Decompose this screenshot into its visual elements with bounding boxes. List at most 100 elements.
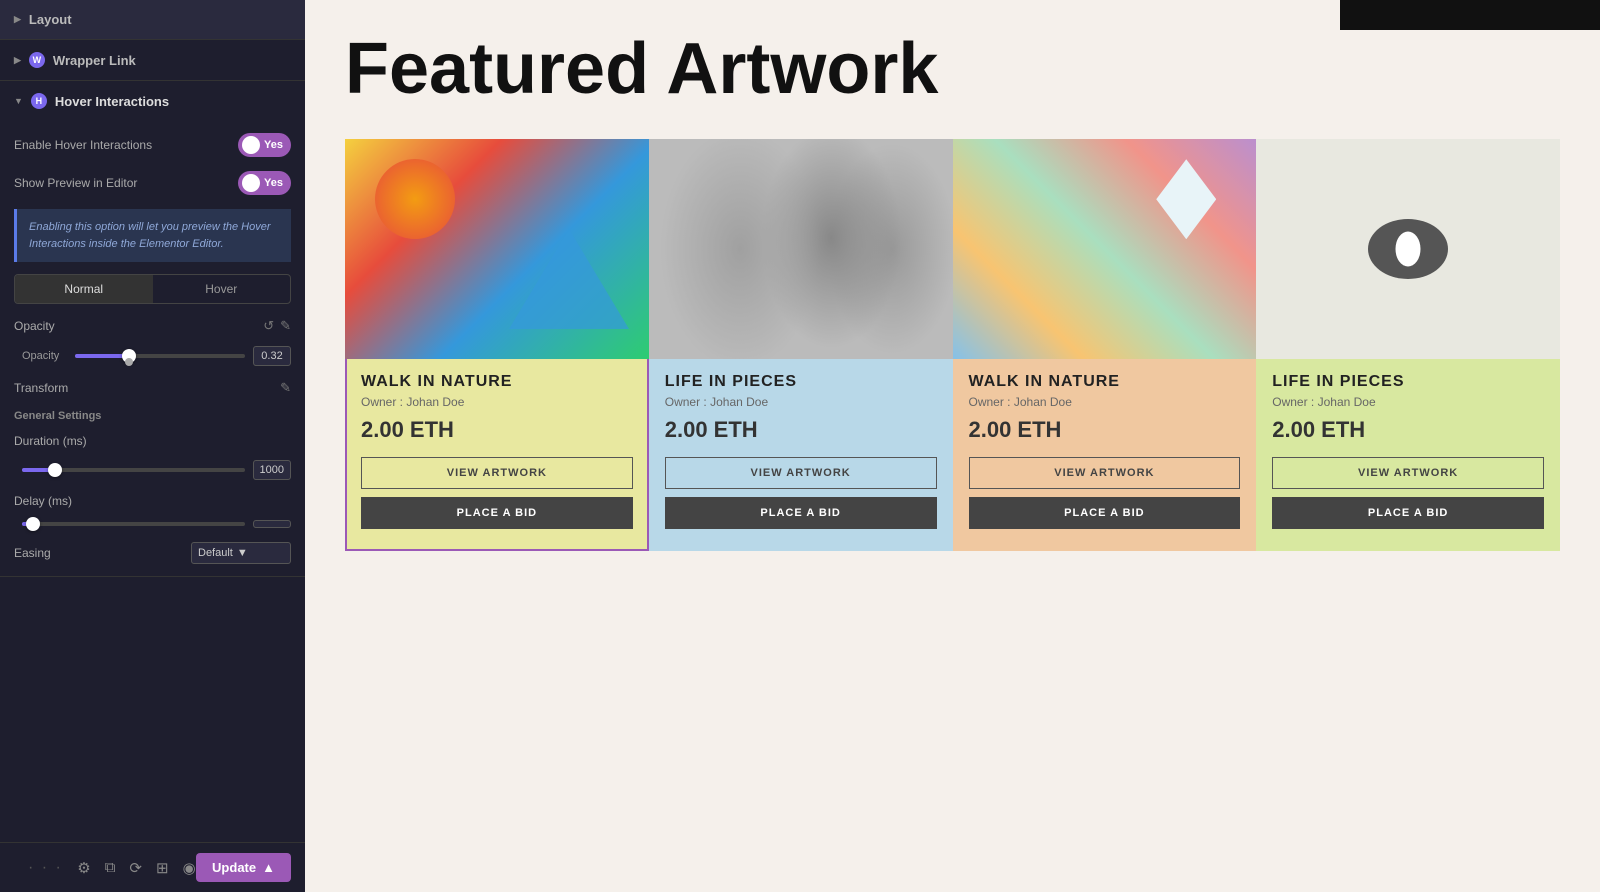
card-view-btn-3[interactable]: VIEW ARTWORK	[969, 457, 1241, 489]
info-text: Enabling this option will let you previe…	[29, 221, 271, 250]
hover-interactions-chevron-icon: ▼	[14, 96, 23, 106]
history-icon[interactable]: ⟳	[129, 859, 142, 877]
opacity-slider-track[interactable]	[75, 354, 245, 358]
general-settings-section: General Settings Duration (ms) 1000	[14, 410, 291, 564]
transform-label: Transform	[14, 381, 68, 395]
card-bid-btn-4[interactable]: PLACE A BID	[1272, 497, 1544, 529]
easing-label: Easing	[14, 546, 51, 560]
card-price-3: 2.00 ETH	[969, 417, 1241, 443]
wrapper-link-icon: W	[29, 52, 45, 68]
delay-slider-thumb[interactable]	[26, 517, 40, 531]
top-right-bar	[1340, 0, 1600, 30]
duration-slider-thumb[interactable]	[48, 463, 62, 477]
tab-normal[interactable]: Normal	[15, 275, 153, 303]
tab-hover[interactable]: Hover	[153, 275, 291, 303]
toggle-knob-enable	[242, 136, 260, 154]
layout-label: Layout	[29, 12, 72, 27]
card-image-3	[953, 139, 1257, 359]
opacity-label: Opacity	[14, 319, 55, 333]
duration-label: Duration (ms)	[14, 434, 87, 448]
card-price-4: 2.00 ETH	[1272, 417, 1544, 443]
card-owner-1: Owner : Johan Doe	[361, 395, 633, 409]
card-view-btn-2[interactable]: VIEW ARTWORK	[665, 457, 937, 489]
bottom-toolbar: · · · ⚙ ⧉ ⟳ ⊞ ◉ Update ▲	[0, 842, 305, 892]
card-image-1	[345, 139, 649, 359]
delay-slider-track[interactable]	[22, 522, 245, 526]
artwork-card-2[interactable]: LIFE IN PIECES Owner : Johan Doe 2.00 ET…	[649, 139, 953, 551]
card-view-btn-4[interactable]: VIEW ARTWORK	[1272, 457, 1544, 489]
show-preview-label: Show Preview in Editor	[14, 176, 137, 190]
opacity-property-row: Opacity ↺ ✎	[14, 318, 291, 334]
card-bid-btn-3[interactable]: PLACE A BID	[969, 497, 1241, 529]
card-bid-btn-1[interactable]: PLACE A BID	[361, 497, 633, 529]
hover-interactions-section-header[interactable]: ▼ H Hover Interactions	[0, 81, 305, 121]
card-image-2	[649, 139, 953, 359]
opacity-refresh-icon[interactable]: ↺	[263, 318, 274, 334]
layout-chevron-icon: ▶	[14, 14, 21, 25]
card-owner-3: Owner : Johan Doe	[969, 395, 1241, 409]
easing-chevron-icon: ▼	[237, 547, 248, 559]
artwork-card-1[interactable]: WALK IN NATURE Owner : Johan Doe 2.00 ET…	[345, 139, 649, 551]
transform-actions: ✎	[280, 380, 291, 396]
card-bid-btn-2[interactable]: PLACE A BID	[665, 497, 937, 529]
art-2-faces	[649, 139, 953, 359]
easing-select[interactable]: Default ▼	[191, 542, 291, 564]
left-panel: ▶ Layout ▶ W Wrapper Link ▼ H Hover Inte…	[0, 0, 305, 892]
show-preview-toggle[interactable]: Yes	[238, 171, 291, 195]
eye-icon[interactable]: ◉	[183, 859, 196, 877]
duration-slider-track[interactable]	[22, 468, 245, 472]
card-body-1: WALK IN NATURE Owner : Johan Doe 2.00 ET…	[345, 359, 649, 551]
card-price-2: 2.00 ETH	[665, 417, 937, 443]
card-title-3: WALK IN NATURE	[969, 373, 1241, 391]
show-preview-value: Yes	[264, 177, 283, 189]
panel-scrollable: ▶ Layout ▶ W Wrapper Link ▼ H Hover Inte…	[0, 0, 305, 892]
easing-row: Easing Default ▼	[14, 542, 291, 564]
gear-icon[interactable]: ⚙	[77, 859, 90, 877]
card-view-btn-1[interactable]: VIEW ARTWORK	[361, 457, 633, 489]
update-chevron-icon: ▲	[262, 860, 275, 875]
delay-label: Delay (ms)	[14, 494, 72, 508]
artwork-card-3[interactable]: WALK IN NATURE Owner : Johan Doe 2.00 ET…	[953, 139, 1257, 551]
card-body-3: WALK IN NATURE Owner : Johan Doe 2.00 ET…	[953, 359, 1257, 551]
transform-edit-icon[interactable]: ✎	[280, 380, 291, 396]
card-owner-4: Owner : Johan Doe	[1272, 395, 1544, 409]
opacity-slider-fill	[75, 354, 129, 358]
card-title-1: WALK IN NATURE	[361, 373, 633, 391]
mode-tabs: Normal Hover	[14, 274, 291, 304]
section-layout: ▶ Layout	[0, 0, 305, 40]
update-button[interactable]: Update ▲	[196, 853, 291, 882]
opacity-slider-row: Opacity 0.32	[14, 346, 291, 366]
opacity-sub-label: Opacity	[22, 350, 67, 362]
hover-interactions-icon: H	[31, 93, 47, 109]
opacity-edit-icon[interactable]: ✎	[280, 318, 291, 334]
update-label: Update	[212, 860, 256, 875]
enable-hover-row: Enable Hover Interactions Yes	[14, 133, 291, 157]
enable-hover-toggle[interactable]: Yes	[238, 133, 291, 157]
card-price-1: 2.00 ETH	[361, 417, 633, 443]
card-body-2: LIFE IN PIECES Owner : Johan Doe 2.00 ET…	[649, 359, 953, 551]
hover-interactions-label: Hover Interactions	[55, 94, 169, 109]
duration-label-row: Duration (ms)	[14, 434, 291, 448]
delay-slider-row	[14, 520, 291, 528]
artwork-card-4[interactable]: LIFE IN PIECES Owner : Johan Doe 2.00 ET…	[1256, 139, 1560, 551]
duration-value[interactable]: 1000	[253, 460, 291, 480]
layers-icon[interactable]: ⧉	[105, 859, 116, 876]
easing-value: Default	[198, 547, 233, 559]
toolbar-icons: ⚙ ⧉ ⟳ ⊞ ◉	[77, 859, 195, 877]
enable-hover-label: Enable Hover Interactions	[14, 138, 152, 152]
grid-icon[interactable]: ⊞	[156, 859, 169, 877]
toggle-knob-preview	[242, 174, 260, 192]
right-content: Featured Artwork WALK IN NATURE Owner : …	[305, 0, 1600, 892]
wrapper-link-label: Wrapper Link	[53, 53, 136, 68]
duration-slider-row: 1000	[14, 460, 291, 480]
wrapper-link-chevron-icon: ▶	[14, 55, 21, 66]
page-title: Featured Artwork	[345, 30, 1560, 109]
transform-row: Transform ✎	[14, 380, 291, 396]
section-hover-interactions: ▼ H Hover Interactions Enable Hover Inte…	[0, 81, 305, 577]
wrapper-link-section-header[interactable]: ▶ W Wrapper Link	[0, 40, 305, 80]
card-title-2: LIFE IN PIECES	[665, 373, 937, 391]
delay-value[interactable]	[253, 520, 291, 528]
layout-section-header[interactable]: ▶ Layout	[0, 0, 305, 39]
dots-indicator: · · ·	[14, 851, 77, 885]
opacity-value[interactable]: 0.32	[253, 346, 291, 366]
